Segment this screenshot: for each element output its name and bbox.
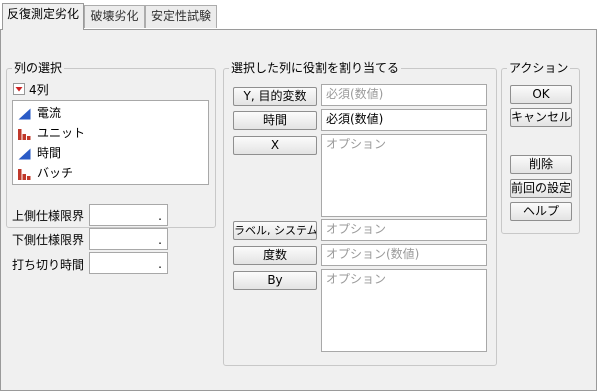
tab-repeated-measures[interactable]: 反復測定劣化 [2, 3, 84, 30]
role-assignment-legend: 選択した列に役割を割り当てる [229, 61, 402, 75]
tab-stability[interactable]: 安定性試験 [145, 5, 217, 28]
column-name: 時間 [37, 146, 62, 160]
cancel-button[interactable]: キャンセル [510, 108, 572, 127]
y-role-field[interactable]: 必須(数値) [321, 84, 487, 106]
freq-role-button[interactable]: 度数 [233, 246, 317, 265]
help-button[interactable]: ヘルプ [510, 202, 572, 221]
column-name: ユニット [37, 126, 86, 140]
launch-panel: 列の選択 4列 電流 ユニット 時間 バッチ 上側仕様限界 . 下側仕様限界 .… [0, 29, 597, 391]
y-role-button[interactable]: Y, 目的変数 [233, 87, 317, 106]
nominal-icon [18, 127, 31, 140]
column-name: バッチ [37, 166, 74, 180]
freq-role-field[interactable]: オプション(数値) [321, 244, 487, 266]
time-role-button[interactable]: 時間 [233, 111, 317, 130]
label-role-button[interactable]: ラベル, システムID [233, 221, 317, 240]
tab-strip: 反復測定劣化 破壊劣化 安定性試験 [0, 0, 597, 30]
column-name: 電流 [37, 106, 62, 120]
x-role-field[interactable]: オプション [321, 134, 487, 217]
x-role-button[interactable]: X [233, 136, 317, 155]
censor-time-label: 打ち切り時間 [12, 258, 85, 272]
column-count: 4列 [29, 83, 49, 97]
lower-spec-label: 下側仕様限界 [12, 233, 85, 247]
time-role-field[interactable]: 必須(数値) [321, 109, 487, 131]
label-role-field[interactable]: オプション [321, 219, 487, 241]
by-role-field[interactable]: オプション [321, 269, 487, 352]
nominal-icon [18, 167, 31, 180]
ok-button[interactable]: OK [510, 85, 572, 104]
continuous-icon [18, 107, 31, 120]
lower-spec-input[interactable]: . [89, 228, 168, 250]
remove-button[interactable]: 削除 [510, 155, 572, 174]
recall-button[interactable]: 前回の設定 [510, 179, 572, 198]
actions-legend: アクション [507, 61, 571, 75]
by-role-button[interactable]: By [233, 271, 317, 290]
column-list[interactable]: 電流 ユニット 時間 バッチ [12, 100, 209, 185]
column-selection-legend: 列の選択 [12, 61, 65, 75]
upper-spec-input[interactable]: . [89, 204, 168, 226]
dropdown-icon[interactable] [13, 83, 25, 95]
tab-destructive[interactable]: 破壊劣化 [84, 5, 145, 28]
upper-spec-label: 上側仕様限界 [12, 209, 85, 223]
continuous-icon [18, 147, 31, 160]
censor-time-input[interactable]: . [89, 252, 168, 274]
